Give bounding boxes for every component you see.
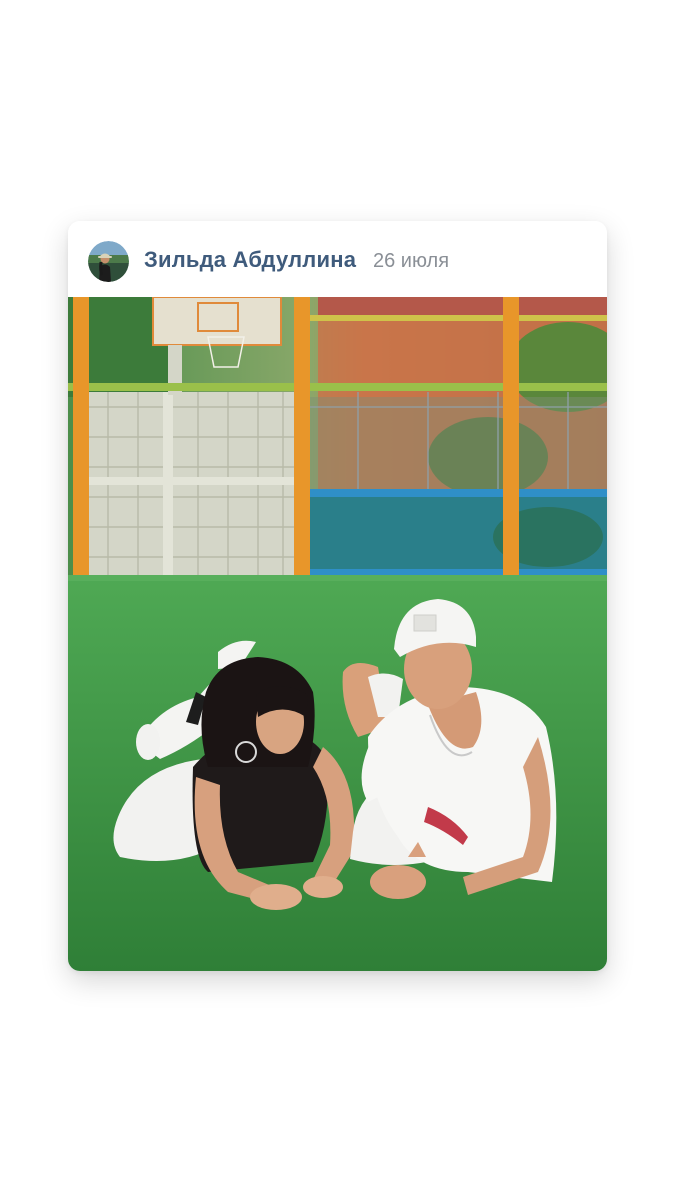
post-header: Зильда Абдуллина 26 июля — [68, 221, 607, 297]
post-photo[interactable] — [68, 297, 607, 971]
post-card: Зильда Абдуллина 26 июля — [68, 221, 607, 971]
author-avatar[interactable] — [88, 241, 129, 282]
author-name[interactable]: Зильда Абдуллина — [144, 247, 356, 273]
post-date[interactable]: 26 июля — [373, 250, 449, 273]
avatar-image — [88, 241, 129, 282]
